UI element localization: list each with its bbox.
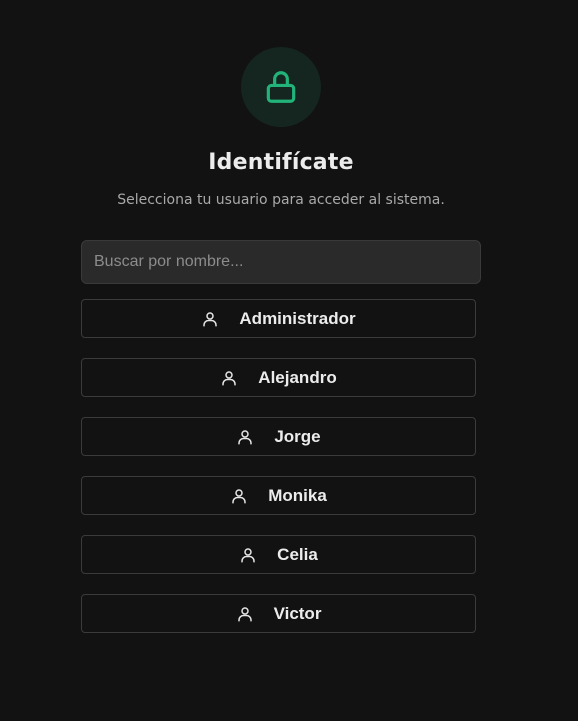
user-name: Monika — [268, 485, 327, 505]
user-list: Administrador Alejandro Jorge Monika Cel… — [81, 299, 476, 653]
user-name: Administrador — [239, 308, 356, 328]
lock-icon — [266, 71, 296, 103]
login-screen: Identifícate Selecciona tu usuario para … — [0, 0, 578, 721]
lock-badge — [241, 47, 321, 127]
user-button-jorge[interactable]: Jorge — [81, 417, 476, 456]
user-icon — [201, 310, 219, 328]
user-icon — [230, 487, 248, 505]
user-name: Victor — [273, 603, 322, 623]
user-button-monika[interactable]: Monika — [81, 476, 476, 515]
user-name: Celia — [277, 544, 318, 564]
user-button-alejandro[interactable]: Alejandro — [81, 358, 476, 397]
user-button-administrador[interactable]: Administrador — [81, 299, 476, 338]
user-icon — [239, 546, 257, 564]
search-input[interactable] — [81, 240, 481, 284]
user-name: Alejandro — [258, 367, 337, 387]
page-title: Identifícate — [208, 150, 354, 175]
page-subtitle: Selecciona tu usuario para acceder al si… — [117, 192, 445, 208]
user-icon — [236, 605, 254, 623]
user-name: Jorge — [274, 426, 321, 446]
user-icon — [220, 369, 238, 387]
user-icon — [236, 428, 254, 446]
user-button-victor[interactable]: Victor — [81, 594, 476, 633]
user-button-celia[interactable]: Celia — [81, 535, 476, 574]
